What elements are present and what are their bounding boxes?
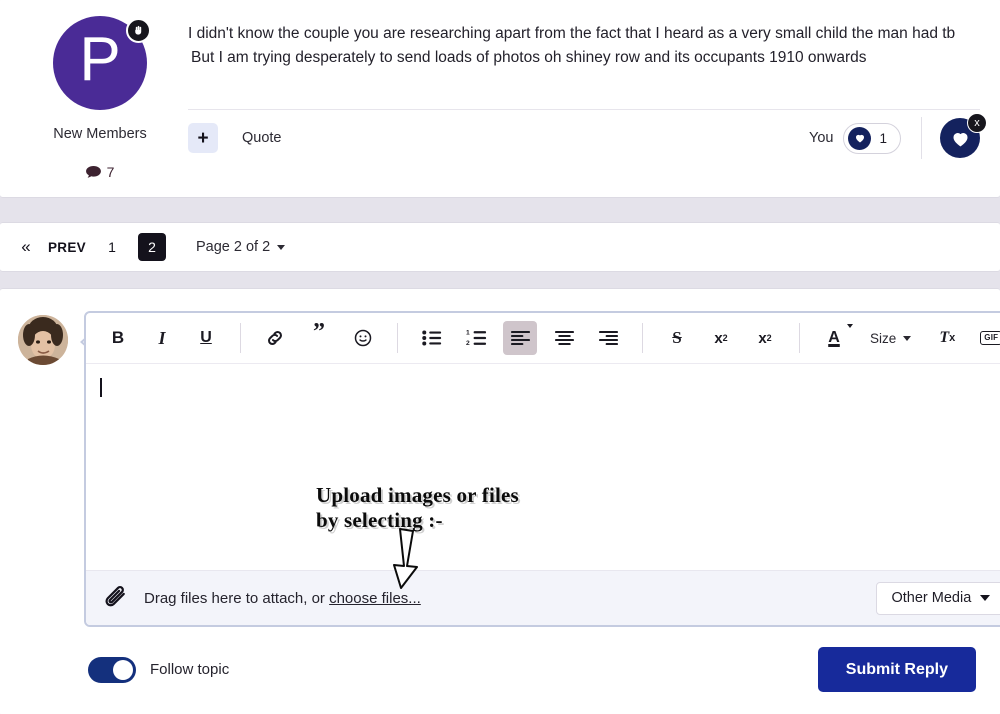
attachment-bar[interactable]: Drag files here to attach, or choose fil… <box>86 570 1000 625</box>
reaction-count-value: 1 <box>879 130 887 146</box>
post-body-line-1: I didn't know the couple you are researc… <box>188 25 956 42</box>
reply-footer: Follow topic Submit Reply <box>0 627 1000 692</box>
strikethrough-button[interactable]: S <box>660 321 694 355</box>
bullet-list-icon[interactable] <box>415 321 449 355</box>
choose-files-link[interactable]: choose files... <box>329 590 421 607</box>
follow-topic-label: Follow topic <box>150 661 230 678</box>
other-media-dropdown[interactable]: Other Media <box>876 581 1000 615</box>
post-author-column: P New Members 7 <box>20 12 180 197</box>
toolbar-divider <box>397 323 398 353</box>
text-color-letter: A <box>828 329 840 346</box>
rich-text-editor: B I U ” 1 2 S x 2 x 2 A Size T x GIF Dra… <box>84 311 1000 627</box>
prev-page-button[interactable]: PREV <box>48 240 86 255</box>
italic-button[interactable]: I <box>145 321 179 355</box>
bold-button[interactable]: B <box>101 321 135 355</box>
close-icon[interactable]: x <box>967 113 987 134</box>
chevron-down-icon <box>980 595 991 601</box>
post-count-value: 7 <box>106 164 115 180</box>
post-body: I didn't know the couple you are researc… <box>188 12 980 69</box>
link-icon[interactable] <box>258 321 292 355</box>
submit-reply-button[interactable]: Submit Reply <box>817 647 976 692</box>
post-content-column: I didn't know the couple you are researc… <box>180 12 987 197</box>
follow-topic-toggle[interactable] <box>88 656 136 683</box>
paperclip-icon <box>101 584 129 612</box>
quote-button[interactable]: Quote <box>242 130 282 146</box>
align-right-icon[interactable] <box>591 321 625 355</box>
post-actions: + Quote You 1 x <box>188 110 987 166</box>
chevron-down-icon <box>903 335 912 341</box>
page-button-1[interactable]: 1 <box>98 233 126 261</box>
multiquote-button[interactable]: + <box>188 123 218 154</box>
page-jump-dropdown[interactable]: Page 2 of 2 <box>195 239 286 255</box>
other-media-label: Other Media <box>891 590 972 606</box>
reply-editor-card: B I U ” 1 2 S x 2 x 2 A Size T x GIF Dra… <box>0 288 1000 714</box>
font-size-label: Size <box>870 330 897 346</box>
post-card: P New Members 7 I didn't know the couple… <box>0 0 1000 198</box>
numbered-list-icon[interactable]: 1 2 <box>459 321 493 355</box>
toolbar-divider <box>642 323 643 353</box>
chevron-down-icon <box>847 324 853 328</box>
subscript-button[interactable]: x2 <box>748 321 782 355</box>
member-group-label: New Members <box>53 126 147 142</box>
reaction-area: You 1 x <box>809 113 987 160</box>
toggle-knob <box>113 659 133 680</box>
underline-button[interactable]: U <box>189 321 223 355</box>
heart-icon <box>848 126 872 150</box>
align-center-icon[interactable] <box>547 321 581 355</box>
superscript-button[interactable]: x2 <box>704 321 738 355</box>
reaction-count-pill[interactable]: 1 <box>843 122 901 154</box>
gif-button[interactable]: GIF <box>974 321 1000 355</box>
svg-text:1: 1 <box>466 330 470 337</box>
blockquote-icon[interactable]: ” <box>302 319 336 355</box>
align-left-icon[interactable] <box>503 321 537 355</box>
page-button-2[interactable]: 2 <box>137 233 166 261</box>
avatar-current-user[interactable] <box>18 315 68 365</box>
smiley-icon[interactable] <box>346 321 380 355</box>
editor-avatar-column <box>18 311 92 627</box>
first-page-button[interactable]: « <box>10 237 42 257</box>
avatar[interactable]: P <box>53 16 151 110</box>
pagination-bar: « PREV 1 2 Page 2 of 2 <box>0 222 1000 272</box>
post-body-line-2: But I am trying desperately to send load… <box>191 48 867 66</box>
toolbar-divider <box>240 323 241 353</box>
remove-reaction-button[interactable]: x <box>940 113 987 159</box>
svg-text:2: 2 <box>466 340 470 347</box>
toolbar-divider <box>799 323 800 353</box>
editor-text-area[interactable] <box>86 364 1000 570</box>
reaction-divider <box>921 117 922 160</box>
post-count: 7 <box>85 164 115 180</box>
reaction-you-label: You <box>809 130 834 147</box>
gif-label: GIF <box>980 331 1000 345</box>
attachment-text: Drag files here to attach, or choose fil… <box>144 590 421 607</box>
chevron-down-icon <box>277 244 286 250</box>
forum-topic-page: P New Members 7 I didn't know the couple… <box>0 0 1000 714</box>
font-size-dropdown[interactable]: Size <box>864 323 917 353</box>
hand-badge-icon <box>126 18 151 43</box>
text-color-button[interactable]: A <box>817 321 853 355</box>
text-cursor <box>100 378 102 397</box>
attachment-prompt: Drag files here to attach, or <box>144 589 330 607</box>
editor-toolbar: B I U ” 1 2 S x 2 x 2 A Size T x GIF <box>86 313 1000 364</box>
page-jump-label: Page 2 of 2 <box>195 239 271 255</box>
comment-bubble-icon <box>85 165 101 178</box>
clear-formatting-button[interactable]: Tx <box>930 321 964 355</box>
